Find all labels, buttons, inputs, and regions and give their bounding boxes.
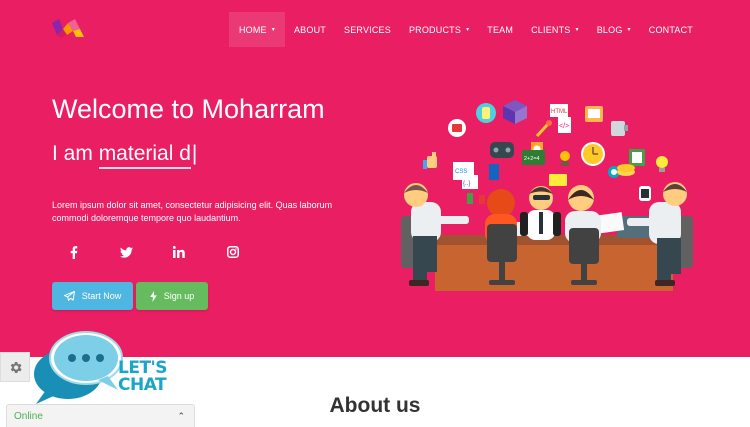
team-meeting-illustration: HTML </> 2+2=4 CSS {..} bbox=[401, 100, 693, 291]
hero-section: HOME ▾ ABOUT SERVICES PRODUCTS ▾ TEAM CL… bbox=[0, 0, 750, 357]
typed-word: material d bbox=[98, 142, 191, 169]
nav-products-label: PRODUCTS bbox=[408, 24, 462, 35]
bolt-icon bbox=[149, 290, 157, 302]
nav-blog-label: BLOG bbox=[596, 24, 623, 35]
nav-clients-label: CLIENTS bbox=[531, 24, 571, 35]
svg-text:{..}: {..} bbox=[463, 181, 470, 187]
start-now-label: Start Now bbox=[81, 291, 122, 301]
sign-up-button[interactable]: Sign up bbox=[136, 282, 208, 310]
nav-products[interactable]: PRODUCTS ▾ bbox=[400, 12, 478, 47]
paper-plane-icon bbox=[63, 291, 75, 301]
chevron-down-icon: ▾ bbox=[627, 27, 631, 33]
svg-text:</>: </> bbox=[559, 123, 569, 130]
settings-tab[interactable] bbox=[0, 352, 30, 382]
chat-text: CHAT bbox=[118, 375, 167, 395]
typed-prefix: I am bbox=[52, 142, 99, 165]
nav-services[interactable]: SERVICES bbox=[335, 12, 400, 47]
main-nav: HOME ▾ ABOUT SERVICES PRODUCTS ▾ TEAM CL… bbox=[228, 12, 702, 47]
typed-cursor: | bbox=[191, 142, 198, 165]
chevron-down-icon: ▾ bbox=[575, 27, 579, 33]
nav-about-label: ABOUT bbox=[293, 24, 326, 35]
brand-logo[interactable] bbox=[52, 19, 84, 39]
nav-team[interactable]: TEAM bbox=[478, 12, 522, 47]
chevron-down-icon: ▾ bbox=[466, 27, 470, 33]
chat-bubble-icon[interactable] bbox=[30, 328, 125, 406]
hero-description: Lorem ipsum dolor sit amet, consectetur … bbox=[52, 200, 333, 223]
nav-about[interactable]: ABOUT bbox=[285, 12, 335, 47]
linkedin-icon[interactable] bbox=[169, 242, 189, 262]
svg-text:HTML: HTML bbox=[551, 109, 568, 115]
nav-blog[interactable]: BLOG ▾ bbox=[588, 12, 640, 47]
start-now-button[interactable]: Start Now bbox=[52, 282, 133, 310]
nav-clients[interactable]: CLIENTS ▾ bbox=[522, 12, 588, 47]
nav-team-label: TEAM bbox=[487, 24, 514, 35]
chat-status-text: Online bbox=[14, 410, 43, 422]
chevron-down-icon: ▾ bbox=[271, 27, 275, 33]
chat-status-bar[interactable]: Online ⌃ bbox=[6, 404, 195, 427]
gear-icon bbox=[10, 361, 22, 373]
nav-home-label: HOME bbox=[238, 24, 267, 35]
nav-services-label: SERVICES bbox=[344, 24, 391, 35]
chevron-up-icon[interactable]: ⌃ bbox=[177, 411, 185, 422]
svg-text:2+2=4: 2+2=4 bbox=[524, 156, 540, 162]
social-links bbox=[52, 242, 262, 262]
hero-title: Welcome to Moharram bbox=[52, 94, 325, 124]
nav-contact[interactable]: CONTACT bbox=[640, 12, 702, 47]
facebook-icon[interactable] bbox=[64, 242, 84, 262]
svg-text:CSS: CSS bbox=[455, 169, 467, 175]
instagram-icon[interactable] bbox=[223, 242, 243, 262]
nav-contact-label: CONTACT bbox=[648, 24, 693, 35]
nav-home[interactable]: HOME ▾ bbox=[228, 12, 285, 47]
sign-up-label: Sign up bbox=[163, 291, 195, 301]
twitter-icon[interactable] bbox=[116, 242, 136, 262]
hero-typed-text: I am material d| bbox=[52, 142, 198, 169]
lets-chat-label[interactable]: LET'S CHAT bbox=[118, 360, 168, 395]
